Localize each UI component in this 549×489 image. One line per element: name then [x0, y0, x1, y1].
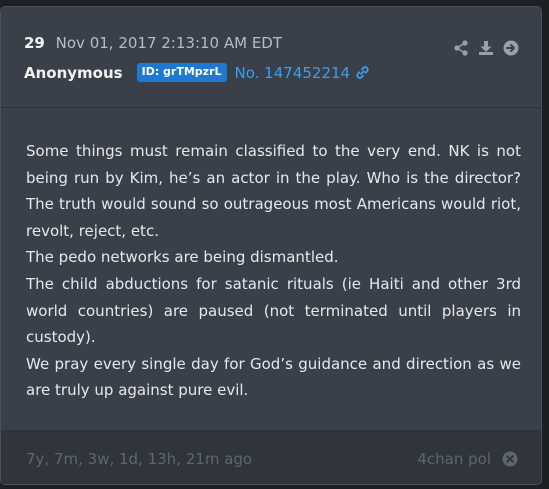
post-number: 29 [24, 34, 45, 52]
author-name: Anonymous [24, 63, 123, 82]
arrow-right-circle-icon[interactable] [503, 40, 519, 56]
poster-id-badge[interactable]: ID: grTMpzrL [136, 63, 227, 82]
post-body-paragraph: Some things must remain classified to th… [26, 142, 521, 240]
post-author-line: Anonymous ID: grTMpzrL No. 147452214 [24, 63, 370, 82]
post-body-paragraph: We pray every single day for God’s guida… [26, 354, 521, 400]
close-circle-icon[interactable] [502, 451, 518, 467]
post-header: 29 Nov 01, 2017 2:13:10 AM EDT Anonymous… [1, 7, 541, 108]
post-body-paragraph: The pedo networks are being dismantled. [26, 248, 339, 267]
link-icon[interactable] [355, 65, 370, 80]
post-actions [453, 40, 519, 56]
post-footer: 7y, 7m, 3w, 1d, 13h, 21m ago 4chan pol [1, 430, 541, 484]
post-number-link[interactable]: No. 147452214 [235, 64, 351, 82]
post-body-paragraph: The child abductions for satanic rituals… [26, 274, 521, 347]
post-date: Nov 01, 2017 2:13:10 AM EDT [55, 34, 283, 52]
download-icon[interactable] [478, 40, 494, 56]
post-age: 7y, 7m, 3w, 1d, 13h, 21m ago [26, 450, 253, 468]
post-source: 4chan pol [417, 450, 491, 468]
post-card: 29 Nov 01, 2017 2:13:10 AM EDT Anonymous… [0, 6, 542, 485]
post-meta: 29 Nov 01, 2017 2:13:10 AM EDT [24, 34, 282, 52]
share-icon[interactable] [453, 40, 469, 56]
post-body: Some things must remain classified to th… [26, 138, 521, 404]
